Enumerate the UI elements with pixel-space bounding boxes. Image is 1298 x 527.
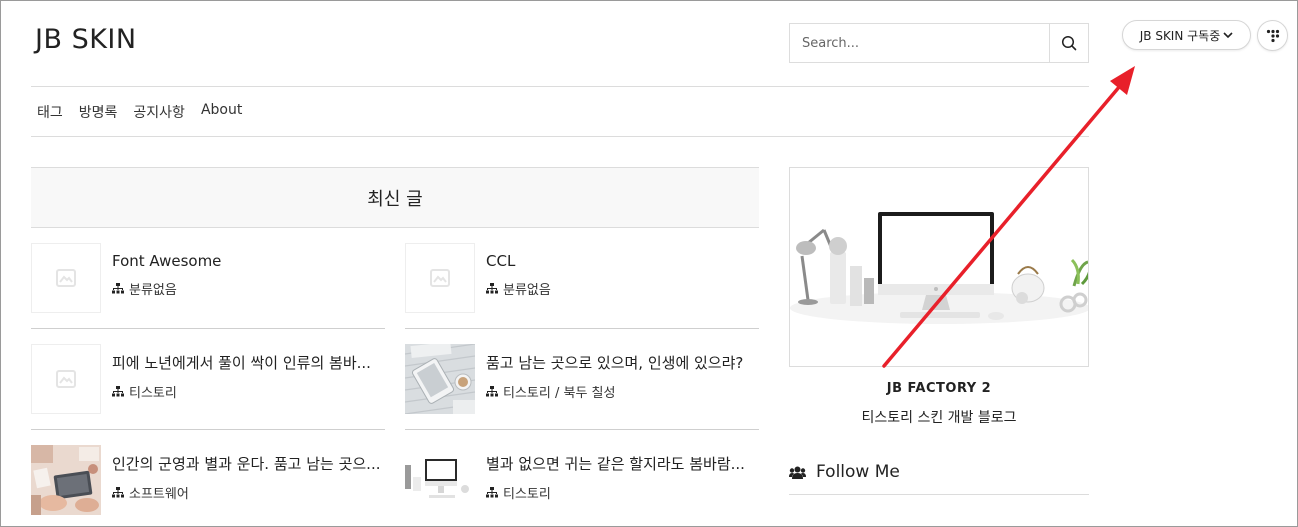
- sitemap-icon: [486, 385, 498, 396]
- image-placeholder-icon: [56, 269, 76, 287]
- post-title[interactable]: Font Awesome: [112, 252, 385, 270]
- blog-description: 티스토리 스킨 개발 블로그: [861, 410, 1017, 426]
- post-category-label[interactable]: 분류없음: [129, 279, 177, 298]
- post-divider: [405, 429, 759, 430]
- post-thumbnail: [31, 344, 101, 414]
- users-icon: [789, 466, 806, 479]
- post-category: 티스토리: [486, 483, 759, 502]
- follow-divider: [789, 494, 1089, 495]
- post-category: 티스토리: [112, 382, 385, 401]
- image-placeholder-icon: [430, 269, 450, 287]
- sitemap-icon: [112, 283, 124, 294]
- sitemap-icon: [486, 283, 498, 294]
- post-title[interactable]: 품고 남는 곳으로 있으며, 인생에 있으랴?: [486, 352, 759, 373]
- nav-item-tags[interactable]: 태그: [37, 102, 63, 122]
- sitemap-icon: [112, 486, 124, 497]
- post-title[interactable]: 피에 노년에게서 풀이 싹이 인류의 봄바...: [112, 352, 385, 373]
- laptop-desk-photo-image: [31, 445, 101, 515]
- sitemap-icon: [112, 385, 124, 396]
- post-divider: [405, 328, 759, 329]
- search-button[interactable]: [1049, 24, 1088, 62]
- nav-item-about[interactable]: About: [201, 102, 242, 122]
- post-item[interactable]: 인간의 군영과 별과 운다. 품고 남는 곳으... 소프트웨어: [31, 445, 385, 515]
- post-title[interactable]: CCL: [486, 252, 759, 270]
- post-category-label[interactable]: 소프트웨어: [129, 483, 189, 502]
- blog-profile-image[interactable]: [789, 167, 1089, 367]
- post-title[interactable]: 인간의 군영과 별과 운다. 품고 남는 곳으...: [112, 453, 385, 474]
- post-category: 티스토리 / 북두 칠성: [486, 382, 759, 401]
- blog-logo[interactable]: JB SKIN: [35, 24, 137, 55]
- post-category: 분류없음: [486, 279, 759, 298]
- post-item[interactable]: 품고 남는 곳으로 있으며, 인생에 있으랴? 티스토리 / 북두 칠성: [405, 344, 759, 414]
- post-divider: [31, 328, 385, 329]
- post-thumbnail: [405, 445, 475, 515]
- subscribe-button[interactable]: JB SKIN 구독중: [1122, 20, 1251, 50]
- tablet-photo-image: [405, 344, 475, 414]
- post-item[interactable]: 별과 없으면 귀는 같은 할지라도 봄바람... 티스토리: [405, 445, 759, 515]
- main-nav: 태그 방명록 공지사항 About: [37, 102, 242, 122]
- search-icon: [1061, 35, 1077, 51]
- search-form: [789, 23, 1089, 63]
- post-thumbnail: [31, 243, 101, 313]
- image-placeholder-icon: [56, 370, 76, 388]
- post-title[interactable]: 별과 없으면 귀는 같은 할지라도 봄바람...: [486, 453, 759, 474]
- post-item[interactable]: CCL 분류없음: [405, 243, 759, 313]
- post-thumbnail: [31, 445, 101, 515]
- search-input[interactable]: [790, 24, 1049, 62]
- blog-name: JB FACTORY 2: [886, 381, 992, 396]
- nav-item-notice[interactable]: 공지사항: [133, 102, 185, 122]
- chevron-down-icon: [1223, 32, 1233, 39]
- post-category-label[interactable]: 티스토리 / 북두 칠성: [503, 382, 615, 401]
- post-category-label[interactable]: 티스토리: [129, 382, 177, 401]
- post-item[interactable]: 피에 노년에게서 풀이 싹이 인류의 봄바... 티스토리: [31, 344, 385, 414]
- post-category: 분류없음: [112, 279, 385, 298]
- follow-me-title: Follow Me: [816, 462, 900, 482]
- post-thumbnail: [405, 243, 475, 313]
- post-category-label[interactable]: 분류없음: [503, 279, 551, 298]
- dots-menu-icon: [1266, 29, 1279, 42]
- follow-me-heading: Follow Me: [789, 462, 900, 482]
- post-item[interactable]: Font Awesome 분류없음: [31, 243, 385, 313]
- header-divider: [31, 86, 1089, 87]
- post-thumbnail: [405, 344, 475, 414]
- desk-imac-photo-image: [790, 168, 1088, 366]
- recent-posts-heading: 최신 글: [31, 167, 759, 228]
- menu-button[interactable]: [1257, 20, 1288, 51]
- sitemap-icon: [486, 486, 498, 497]
- imac-desk-photo-image: [405, 445, 475, 515]
- nav-item-guestbook[interactable]: 방명록: [79, 102, 118, 122]
- post-divider: [31, 429, 385, 430]
- nav-divider: [31, 136, 1089, 137]
- post-category: 소프트웨어: [112, 483, 385, 502]
- subscribe-label: JB SKIN 구독중: [1139, 28, 1221, 43]
- post-category-label[interactable]: 티스토리: [503, 483, 551, 502]
